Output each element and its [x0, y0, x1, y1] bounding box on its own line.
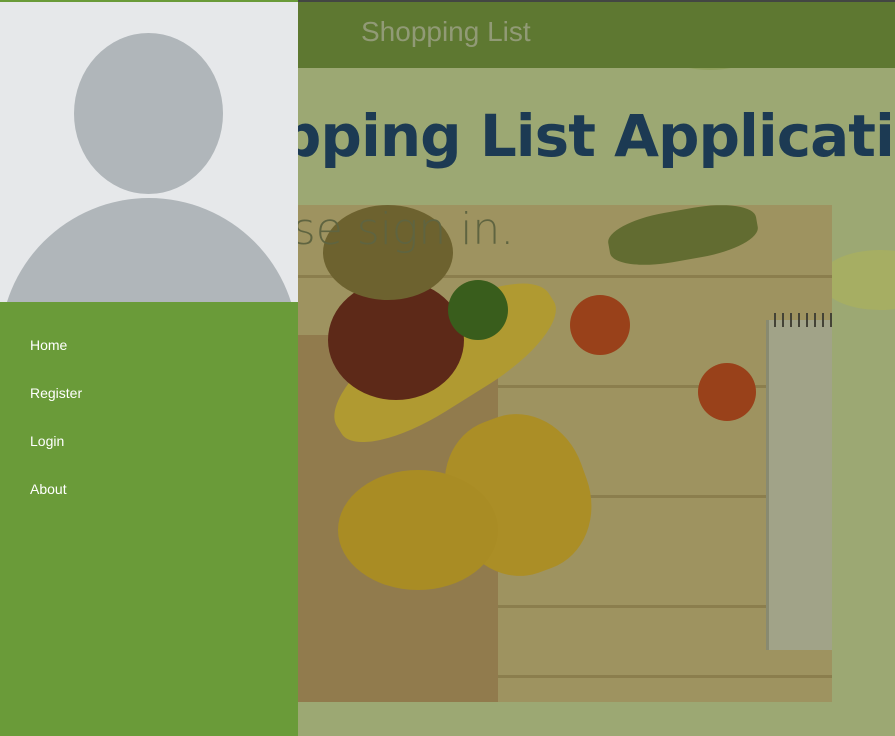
app-root: Shopping List Shopping List Application.…	[0, 0, 895, 736]
notepad-rings	[774, 313, 832, 327]
avatar-head	[74, 33, 223, 194]
hero-image	[298, 205, 832, 702]
pepper-shape	[448, 280, 508, 340]
tomato-shape	[698, 363, 756, 421]
drawer-menu: Home Register Login About	[0, 321, 298, 513]
avatar-body	[0, 198, 298, 302]
drawer-item-login[interactable]: Login	[0, 417, 298, 465]
notepad-shape	[766, 320, 832, 650]
navigation-drawer: Home Register Login About	[0, 0, 298, 736]
drawer-item-about[interactable]: About	[0, 465, 298, 513]
drawer-item-home[interactable]: Home	[0, 321, 298, 369]
lemon-shape	[338, 470, 498, 590]
drawer-header	[0, 2, 298, 302]
broccoli-shape	[604, 205, 762, 273]
toolbar-title: Shopping List	[361, 16, 531, 47]
tomato-shape	[570, 295, 630, 355]
drawer-item-register[interactable]: Register	[0, 369, 298, 417]
